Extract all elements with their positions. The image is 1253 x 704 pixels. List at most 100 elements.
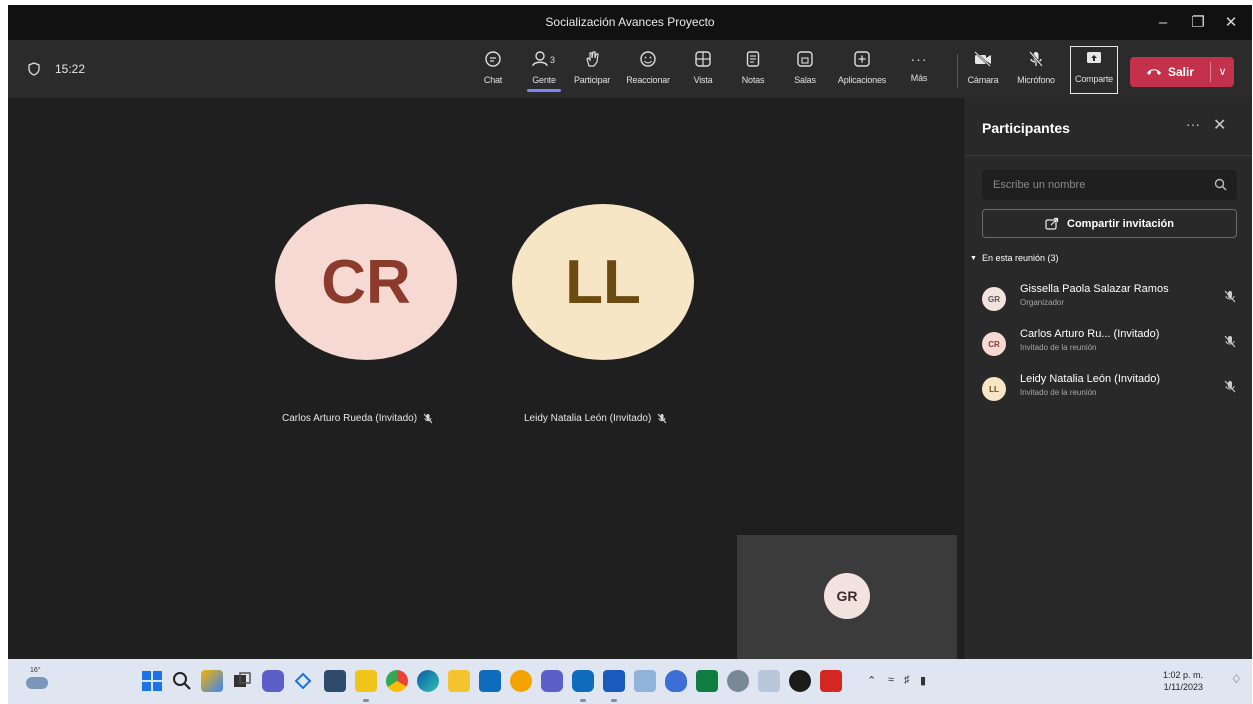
- rooms-button[interactable]: Salas: [792, 48, 818, 94]
- wifi-icon[interactable]: ≈: [888, 674, 894, 686]
- share-invite-button[interactable]: Compartir invitación: [982, 209, 1237, 238]
- close-window-icon[interactable]: ✕: [1216, 11, 1246, 35]
- grid-view-icon: [690, 50, 716, 72]
- react-label: Reaccionar: [626, 75, 670, 85]
- chevron-up-icon[interactable]: ⌃: [867, 674, 876, 687]
- clock[interactable]: 1:02 p. m. 1/11/2023: [1163, 669, 1203, 693]
- settings-icon[interactable]: [727, 670, 749, 692]
- leave-button[interactable]: Salir ∨: [1130, 57, 1234, 87]
- share-invite-icon: [1045, 217, 1059, 230]
- tile-name: Carlos Arturo Rueda (Invitado): [282, 413, 433, 424]
- excel-icon[interactable]: [696, 670, 718, 692]
- participant-role: Invitado de la reunión: [1020, 343, 1097, 352]
- chat-button[interactable]: Chat: [480, 48, 506, 94]
- rooms-icon: [792, 50, 818, 72]
- notes-icon: [740, 50, 766, 72]
- meeting-timer: 15:22: [55, 62, 86, 76]
- leave-label: Salir: [1167, 65, 1194, 79]
- shield-icon: [28, 62, 40, 76]
- people-button[interactable]: 3 Gente: [525, 48, 563, 94]
- camera-label: Cámara: [967, 75, 999, 85]
- minimize-icon[interactable]: –: [1148, 11, 1178, 35]
- participant-row[interactable]: LL Leidy Natalia León (Invitado) Invitad…: [964, 371, 1252, 413]
- chevron-down-icon[interactable]: ∨: [1211, 57, 1234, 87]
- photos-icon[interactable]: [634, 670, 656, 692]
- caret-down-icon: ▼: [970, 254, 977, 262]
- participant-name: Gissella Paola Salazar Ramos: [1020, 283, 1169, 295]
- task-view-icon[interactable]: [231, 670, 253, 692]
- people-count-badge: 3: [550, 55, 555, 65]
- participant-role: Invitado de la reunión: [1020, 388, 1097, 397]
- weather-widget[interactable]: 16°: [22, 667, 54, 695]
- edge-icon[interactable]: [417, 670, 439, 692]
- camera-off-icon: [966, 50, 1000, 72]
- raise-hand-button[interactable]: Participar: [572, 48, 612, 94]
- share-invite-label: Compartir invitación: [1067, 217, 1174, 230]
- outlook-icon[interactable]: [572, 670, 594, 692]
- microphone-label: Micrófono: [1017, 75, 1055, 85]
- search-icon[interactable]: [1214, 178, 1227, 191]
- active-indicator: [611, 699, 617, 702]
- word-icon[interactable]: [603, 670, 625, 692]
- teams-chat-icon[interactable]: [541, 670, 563, 692]
- in-meeting-section-header[interactable]: ▼ En esta reunión (3): [970, 253, 1058, 263]
- video-stage: CR Carlos Arturo Rueda (Invitado) LL Lei…: [8, 98, 963, 659]
- share-button[interactable]: Comparte: [1070, 46, 1118, 94]
- mail-icon[interactable]: [479, 670, 501, 692]
- maximize-icon[interactable]: ❐: [1183, 11, 1213, 35]
- pdf-reader-icon[interactable]: [820, 670, 842, 692]
- app-icon[interactable]: [758, 670, 780, 692]
- mic-off-icon: [1224, 335, 1236, 348]
- self-view[interactable]: GR: [737, 535, 957, 659]
- avatar: GR: [824, 573, 870, 619]
- share-screen-icon: [1071, 49, 1117, 71]
- avatar-initials: LL: [565, 247, 641, 317]
- store-icon[interactable]: [324, 670, 346, 692]
- title-bar: Socialización Avances Proyecto – ❐ ✕: [8, 5, 1252, 40]
- view-button[interactable]: Vista: [690, 48, 716, 94]
- participant-role: Organizador: [1020, 298, 1065, 307]
- camera-button[interactable]: Cámara: [966, 48, 1000, 94]
- notes-label: Notas: [741, 75, 765, 85]
- search-icon[interactable]: [171, 670, 193, 692]
- teams-window: Socialización Avances Proyecto – ❐ ✕ 15:…: [8, 5, 1252, 659]
- more-label: Más: [910, 73, 928, 83]
- notes-button[interactable]: Notas: [740, 48, 766, 94]
- media-player-icon[interactable]: [789, 670, 811, 692]
- participant-row[interactable]: GR Gissella Paola Salazar Ramos Organiza…: [964, 281, 1252, 323]
- chrome-icon[interactable]: [386, 670, 408, 692]
- microphone-button[interactable]: Micrófono: [1014, 48, 1058, 94]
- battery-icon[interactable]: ▮: [920, 674, 926, 687]
- notepad-icon[interactable]: [355, 670, 377, 692]
- speaker-icon[interactable]: ♯: [904, 674, 910, 686]
- apps-button[interactable]: Aplicaciones: [833, 48, 891, 94]
- view-label: Vista: [693, 75, 713, 85]
- security-icon[interactable]: [665, 670, 687, 692]
- more-button[interactable]: ··· Más: [908, 48, 930, 94]
- participant-row[interactable]: CR Carlos Arturo Ru... (Invitado) Invita…: [964, 326, 1252, 368]
- raise-hand-label: Participar: [573, 75, 610, 85]
- more-options-icon[interactable]: ···: [1186, 116, 1200, 132]
- rooms-label: Salas: [794, 75, 816, 85]
- start-icon[interactable]: [141, 670, 163, 692]
- file-explorer-icon[interactable]: [448, 670, 470, 692]
- avatar: CR: [275, 204, 457, 360]
- search-box: [982, 170, 1237, 200]
- widgets-icon[interactable]: [201, 670, 223, 692]
- media-icon[interactable]: [510, 670, 532, 692]
- clock-date: 1/11/2023: [1163, 682, 1204, 692]
- mic-off-icon: [1014, 50, 1058, 72]
- close-icon[interactable]: ✕: [1213, 115, 1226, 135]
- react-button[interactable]: Reaccionar: [622, 48, 674, 94]
- toolbar-divider: [957, 54, 958, 88]
- snipping-tool-icon[interactable]: [292, 670, 314, 692]
- notification-bell-icon[interactable]: ♢: [1231, 672, 1242, 686]
- avatar: LL: [512, 204, 694, 360]
- mic-off-icon: [423, 413, 433, 424]
- leave-main-button[interactable]: Salir: [1130, 57, 1210, 87]
- cloud-icon: [26, 677, 48, 689]
- tile-name-label: Carlos Arturo Rueda (Invitado): [282, 413, 418, 424]
- search-input[interactable]: [982, 170, 1202, 200]
- panel-header: Participantes ··· ✕: [964, 98, 1252, 156]
- teams-icon[interactable]: [262, 670, 284, 692]
